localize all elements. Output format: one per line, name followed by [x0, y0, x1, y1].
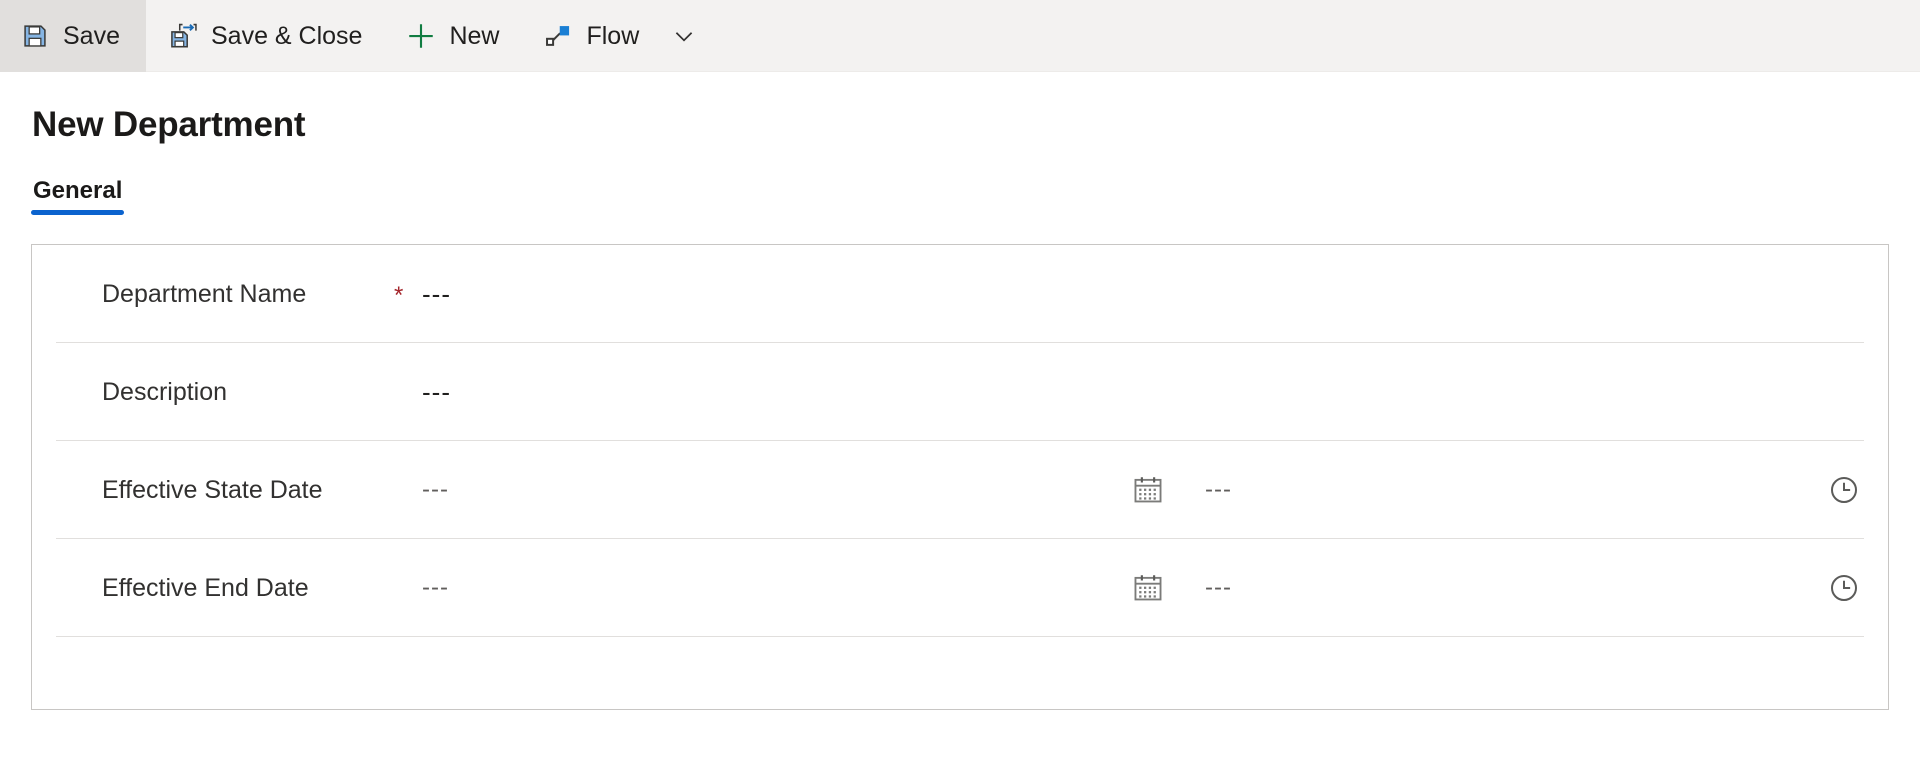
form-row-effective-state-date: Effective State Date --- ---	[32, 441, 1888, 539]
card-bottom-spacer	[32, 637, 1888, 711]
label-effective-end-date: Effective End Date	[102, 573, 309, 602]
form-row-department-name: Department Name * ---	[32, 245, 1888, 343]
required-indicator-effective-end-date	[394, 586, 422, 590]
chevron-down-icon[interactable]	[661, 0, 707, 72]
form-row-effective-end-date: Effective End Date --- ---	[32, 539, 1888, 637]
save-icon	[20, 21, 50, 51]
plus-icon	[406, 21, 436, 51]
required-indicator-department-name: *	[394, 282, 404, 309]
tab-general-label: General	[33, 177, 123, 204]
clock-icon[interactable]	[1825, 471, 1863, 509]
save-button[interactable]: Save	[0, 0, 146, 72]
label-department-name: Department Name	[102, 279, 307, 308]
input-description[interactable]: ---	[422, 377, 451, 408]
calendar-icon[interactable]	[1129, 471, 1167, 509]
new-button-label: New	[449, 21, 500, 50]
flow-button-label: Flow	[586, 21, 640, 50]
input-effective-end-date[interactable]: ---	[422, 574, 449, 602]
input-effective-state-date[interactable]: ---	[422, 476, 449, 504]
new-button[interactable]: New	[384, 0, 521, 72]
form-row-description: Description ---	[32, 343, 1888, 441]
save-and-close-button[interactable]: Save & Close	[146, 0, 384, 72]
save-and-close-button-label: Save & Close	[210, 21, 363, 50]
label-description: Description	[102, 377, 228, 406]
save-button-label: Save	[63, 21, 120, 50]
input-department-name[interactable]: ---	[422, 279, 451, 310]
flow-icon	[543, 21, 573, 51]
command-bar: Save Save & Close New Flow	[0, 0, 1920, 72]
tab-strip: General	[31, 177, 1889, 215]
page-title: New Department	[32, 105, 306, 144]
label-effective-state-date: Effective State Date	[102, 475, 323, 504]
page-body: New Department General Department Name *…	[0, 105, 1920, 710]
input-effective-state-time[interactable]: ---	[1205, 476, 1232, 504]
input-effective-end-time[interactable]: ---	[1205, 574, 1232, 602]
general-form-card: Department Name * --- Description --- Ef…	[31, 244, 1889, 710]
clock-icon[interactable]	[1825, 569, 1863, 607]
required-indicator-effective-state-date	[394, 488, 422, 492]
tab-general[interactable]: General	[31, 177, 125, 215]
calendar-icon[interactable]	[1129, 569, 1167, 607]
required-indicator-description	[394, 390, 422, 394]
flow-button[interactable]: Flow	[521, 0, 661, 72]
save-and-close-icon	[168, 21, 198, 51]
